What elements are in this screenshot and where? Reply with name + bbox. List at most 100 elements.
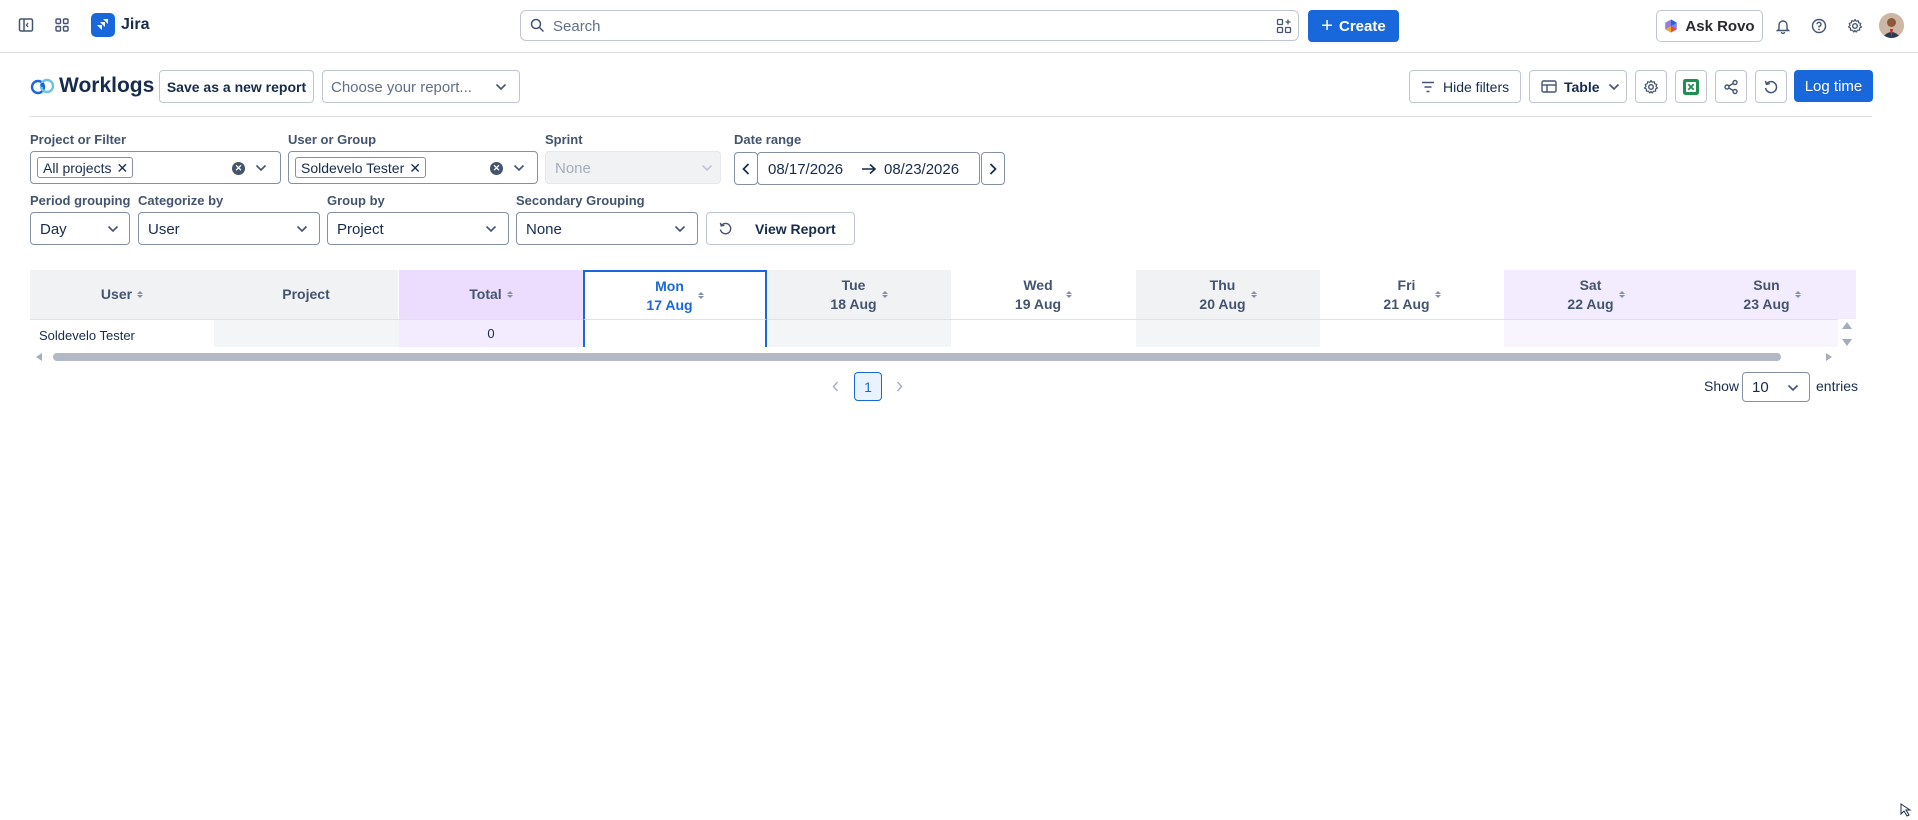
date-from[interactable]: 08/17/2026: [768, 161, 843, 178]
search-placeholder: Search: [553, 18, 601, 35]
app-name[interactable]: Jira: [121, 16, 149, 34]
column-header-day-mon[interactable]: Mon 17 Aug: [583, 270, 767, 319]
scroll-left-icon[interactable]: [34, 352, 44, 362]
table-row-day-cell[interactable]: [1504, 319, 1688, 347]
search-input[interactable]: Search: [520, 10, 1299, 41]
group-by-select[interactable]: Project: [327, 212, 509, 245]
user-filter-label: User or Group: [288, 132, 377, 147]
excel-icon: [1683, 78, 1699, 95]
day-name: Thu: [1209, 276, 1236, 293]
column-header-day-fri[interactable]: Fri 21 Aug: [1320, 270, 1504, 319]
sort-icon: [1794, 291, 1801, 298]
help-icon[interactable]: [1805, 12, 1833, 40]
clear-selection-icon[interactable]: ✕: [490, 162, 503, 175]
export-excel-button[interactable]: [1675, 70, 1707, 103]
column-header-day-tue[interactable]: Tue 18 Aug: [767, 270, 951, 319]
day-date: 22 Aug: [1567, 295, 1614, 312]
table-row-total-cell: 0: [399, 319, 583, 347]
date-to[interactable]: 08/23/2026: [884, 161, 959, 178]
chevron-down-icon: [495, 83, 507, 91]
share-icon: [1724, 79, 1738, 94]
save-as-new-report-button[interactable]: Save as a new report: [159, 70, 314, 103]
date-range-input[interactable]: 08/17/2026 08/23/2026: [757, 152, 980, 185]
jira-logo-icon[interactable]: [91, 13, 115, 37]
sort-icon: [1066, 291, 1073, 298]
day-date: 21 Aug: [1383, 295, 1430, 312]
scrollbar-thumb[interactable]: [53, 353, 1781, 361]
sprint-filter-label: Sprint: [545, 132, 583, 147]
report-settings-button[interactable]: [1635, 70, 1667, 103]
previous-page-icon[interactable]: [832, 381, 839, 392]
table-row-day-cell[interactable]: [1688, 319, 1838, 347]
log-time-button[interactable]: Log time: [1794, 70, 1873, 102]
project-chip: All projects ✕: [37, 157, 134, 178]
settings-gear-icon[interactable]: [1841, 12, 1869, 40]
period-grouping-select[interactable]: Day: [30, 212, 130, 245]
project-chip-label: All projects: [43, 159, 112, 176]
clear-selection-icon[interactable]: ✕: [232, 162, 245, 175]
day-date: 19 Aug: [1014, 295, 1062, 312]
period-grouping-label: Period grouping: [30, 193, 131, 208]
table-row-day-cell[interactable]: [1320, 319, 1504, 347]
search-filter-icon[interactable]: [1276, 18, 1292, 34]
secondary-grouping-label: Secondary Grouping: [516, 193, 645, 208]
table-row-project-cell: [214, 319, 399, 347]
chevron-down-icon: [296, 225, 308, 233]
remove-chip-icon[interactable]: ✕: [116, 161, 128, 175]
plus-icon: +: [1321, 15, 1333, 37]
user-avatar[interactable]: [1879, 13, 1904, 38]
choose-report-select[interactable]: Choose your report...: [322, 70, 520, 103]
scroll-right-icon[interactable]: [1824, 352, 1834, 362]
table-row-day-cell[interactable]: [583, 319, 767, 347]
resize-cursor-icon: [1900, 803, 1912, 817]
secondary-grouping-select[interactable]: None: [516, 212, 698, 245]
horizontal-scrollbar[interactable]: [30, 350, 1838, 364]
column-header-label: User: [100, 286, 133, 302]
share-button[interactable]: [1715, 70, 1747, 103]
sprint-select: None: [545, 151, 721, 184]
table-row-day-cell[interactable]: [951, 319, 1136, 347]
page-title: Worklogs: [59, 74, 155, 97]
project-filter-select[interactable]: All projects ✕ ✕: [30, 151, 281, 184]
ask-rovo-button[interactable]: Ask Rovo: [1656, 10, 1763, 42]
period-grouping-value: Day: [40, 221, 67, 238]
chevron-down-icon: [1608, 83, 1619, 90]
day-name: Sat: [1579, 276, 1602, 293]
create-button[interactable]: + Create: [1308, 10, 1399, 42]
sidebar-toggle-icon[interactable]: [12, 11, 40, 39]
hide-filters-button[interactable]: Hide filters: [1409, 70, 1521, 103]
view-mode-select[interactable]: Table: [1529, 70, 1627, 103]
next-week-button[interactable]: [981, 152, 1005, 185]
previous-week-button[interactable]: [734, 152, 758, 185]
refresh-icon: [1764, 80, 1778, 93]
column-header-day-sun[interactable]: Sun 23 Aug: [1688, 270, 1856, 319]
table-row-day-cell[interactable]: [767, 319, 951, 347]
next-page-icon[interactable]: [896, 381, 903, 392]
column-header-total[interactable]: Total: [399, 270, 583, 319]
notifications-bell-icon[interactable]: [1769, 12, 1797, 40]
day-name: Sun: [1753, 276, 1780, 293]
app-switcher-icon[interactable]: [48, 11, 76, 39]
page-size-select[interactable]: 10: [1742, 372, 1810, 402]
sort-icon: [881, 291, 888, 298]
date-range-label: Date range: [734, 132, 802, 147]
column-header-day-wed[interactable]: Wed 19 Aug: [951, 270, 1136, 319]
column-header-day-thu[interactable]: Thu 20 Aug: [1136, 270, 1320, 319]
vertical-scroll-arrows-icon[interactable]: [1841, 320, 1853, 348]
remove-chip-icon[interactable]: ✕: [409, 161, 421, 175]
day-date: 17 Aug: [646, 296, 693, 313]
filter-icon: [1422, 81, 1434, 92]
user-filter-select[interactable]: Soldevelo Tester ✕ ✕: [288, 151, 538, 184]
categorize-by-select[interactable]: User: [138, 212, 320, 245]
table-row-day-cell[interactable]: [1136, 319, 1320, 347]
show-label: Show: [1704, 378, 1740, 394]
column-header-user[interactable]: User: [30, 270, 214, 319]
reset-button[interactable]: [1755, 70, 1787, 103]
column-header-day-sat[interactable]: Sat 22 Aug: [1504, 270, 1688, 319]
chevron-left-icon: [742, 162, 750, 175]
worklogs-logo-icon: [30, 75, 56, 97]
total-value: 0: [487, 326, 495, 341]
table-icon: [1541, 80, 1557, 93]
view-report-button[interactable]: View Report: [706, 212, 855, 245]
page-1-button[interactable]: 1: [854, 372, 882, 401]
